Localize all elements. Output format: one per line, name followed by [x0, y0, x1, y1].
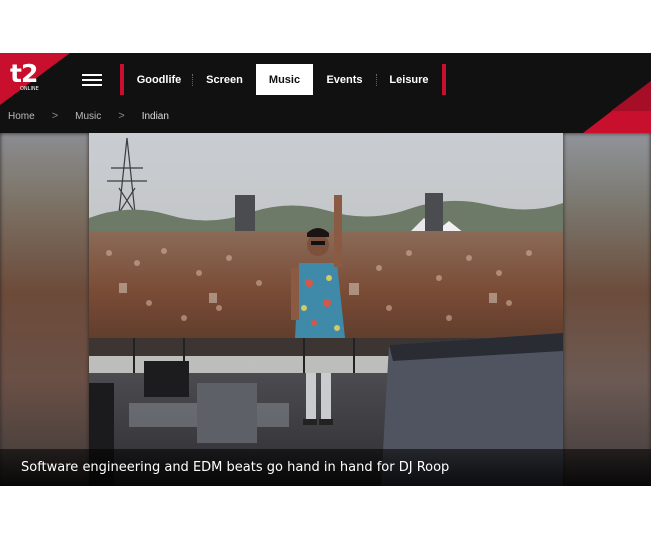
t2-logo[interactable]: t2 ONLINE: [0, 53, 70, 105]
hamburger-icon[interactable]: [82, 72, 104, 88]
chevron-right-icon: >: [51, 110, 59, 122]
hero-blur-left: [0, 133, 89, 486]
logo-subtext: ONLINE: [20, 86, 39, 92]
breadcrumb-home[interactable]: Home: [8, 111, 35, 122]
nav-item-screen[interactable]: Screen: [193, 64, 256, 95]
breadcrumb-current: Indian: [141, 110, 169, 122]
corner-accent-dark: [611, 81, 651, 111]
nav-divider-left: [120, 64, 124, 95]
nav-item-leisure[interactable]: Leisure: [377, 64, 441, 95]
main-nav: Goodlife Screen Music Events Leisure: [126, 64, 441, 95]
site-header: t2 ONLINE Goodlife Screen Music Events L…: [0, 53, 651, 133]
breadcrumb-music[interactable]: Music: [75, 111, 101, 122]
chevron-right-icon: >: [118, 110, 125, 122]
nav-item-events[interactable]: Events: [313, 64, 376, 95]
nav-item-goodlife[interactable]: Goodlife: [126, 64, 192, 95]
logo-text: t2: [10, 59, 38, 88]
page: t2 ONLINE Goodlife Screen Music Events L…: [0, 0, 651, 538]
breadcrumb: Home > Music > Indian: [8, 110, 169, 122]
hero-image[interactable]: [0, 133, 651, 486]
hero-caption[interactable]: Software engineering and EDM beats go ha…: [21, 460, 449, 475]
hero-blur-right: [563, 133, 651, 486]
nav-divider-right: [442, 64, 446, 95]
nav-item-music[interactable]: Music: [256, 64, 313, 95]
dj-crowd-photo: [89, 133, 563, 486]
